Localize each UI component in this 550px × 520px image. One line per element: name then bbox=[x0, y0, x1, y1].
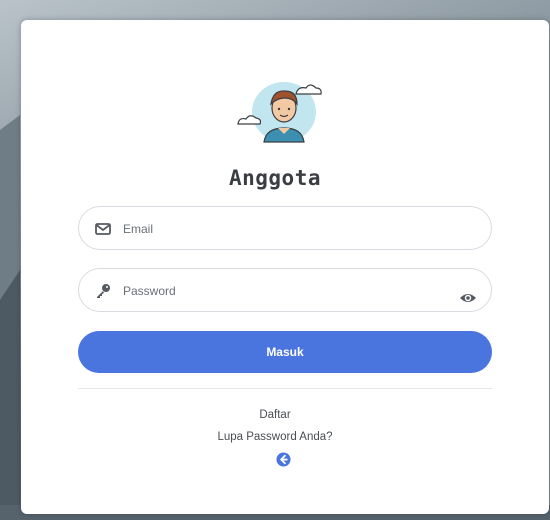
key-icon bbox=[97, 284, 110, 298]
forgot-password-link[interactable]: Lupa Password Anda? bbox=[0, 431, 550, 443]
email-field[interactable] bbox=[78, 206, 492, 250]
email-input[interactable] bbox=[121, 215, 455, 243]
divider bbox=[78, 388, 492, 389]
password-input[interactable] bbox=[121, 277, 455, 305]
register-link[interactable]: Daftar bbox=[0, 409, 550, 421]
envelope-icon bbox=[95, 223, 111, 235]
password-field[interactable] bbox=[78, 268, 492, 312]
login-button[interactable]: Masuk bbox=[78, 331, 492, 373]
page-title: Anggota bbox=[228, 166, 321, 190]
user-avatar-icon bbox=[237, 82, 322, 143]
eye-icon[interactable] bbox=[459, 291, 477, 305]
arrow-left-circle-icon[interactable] bbox=[276, 452, 291, 467]
